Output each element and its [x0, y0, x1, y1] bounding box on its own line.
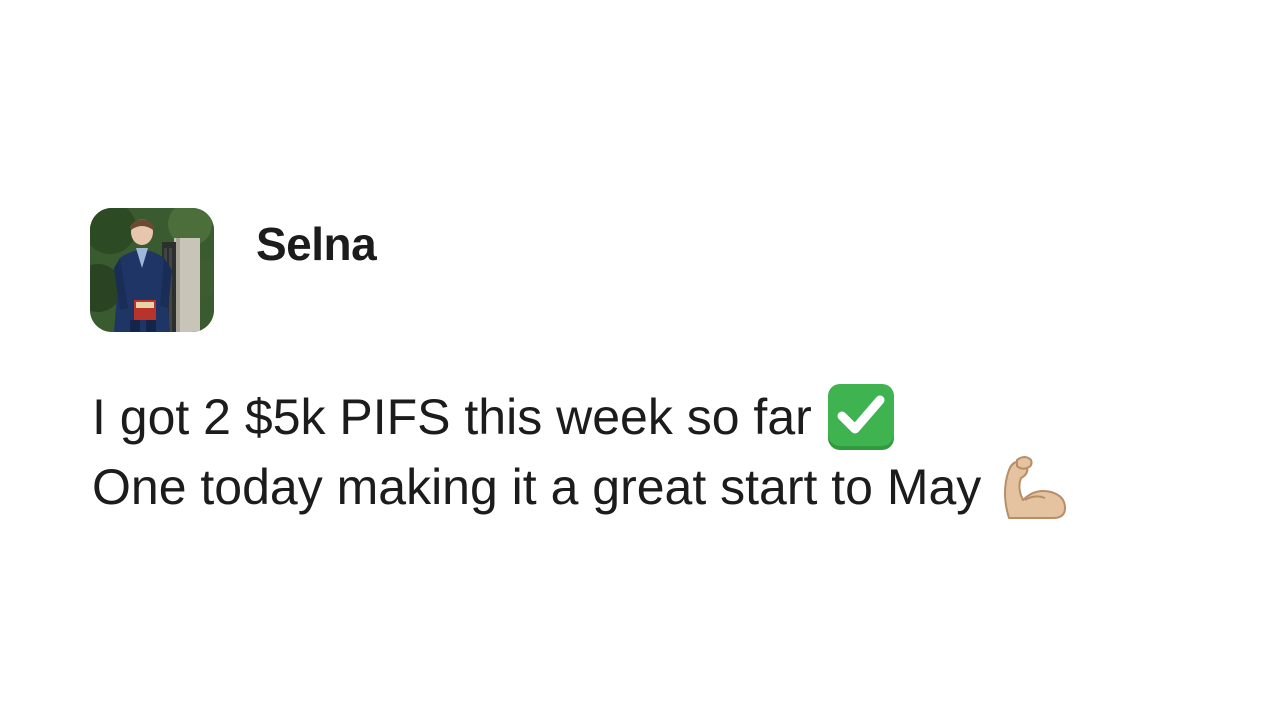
avatar-photo	[90, 208, 214, 332]
avatar[interactable]	[90, 208, 214, 332]
author-name[interactable]: Selna	[256, 214, 377, 274]
message-line: One today making it a great start to May	[92, 452, 1069, 522]
flexed-biceps-icon	[995, 452, 1069, 522]
message-line-text: I got 2 $5k PIFS this week so far	[92, 389, 812, 445]
message: Selna I got 2 $5k PIFS this week so far …	[0, 0, 1280, 720]
message-line-text: One today making it a great start to May	[92, 459, 982, 515]
message-line: I got 2 $5k PIFS this week so far	[92, 382, 896, 452]
white-heavy-check-mark-icon	[826, 382, 896, 452]
